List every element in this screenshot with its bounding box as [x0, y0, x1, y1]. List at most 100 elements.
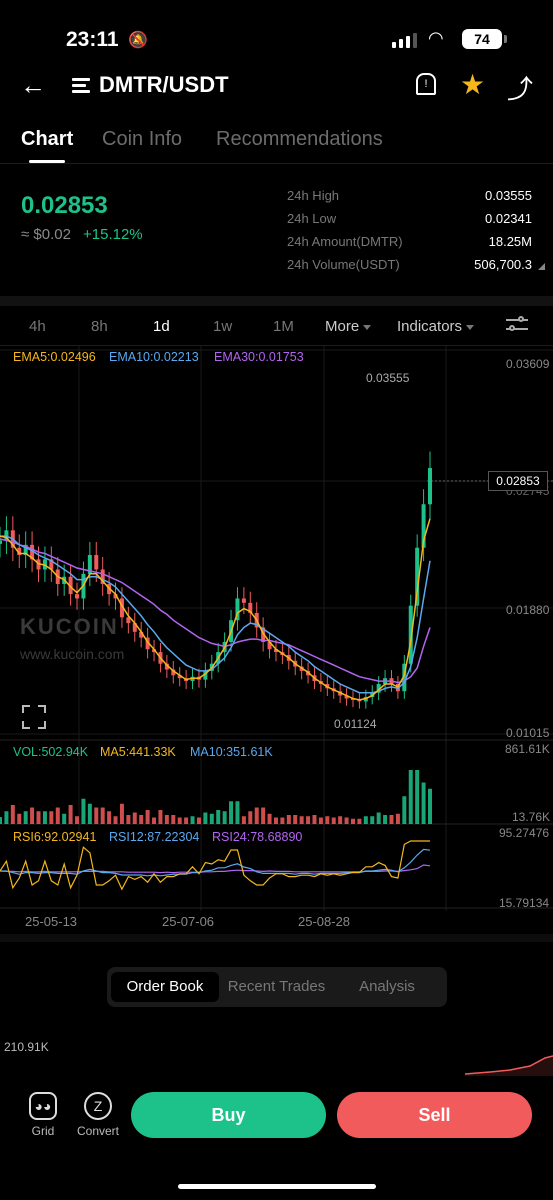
- volume-bar: [395, 813, 400, 824]
- volume-bar: [299, 816, 304, 824]
- volume-bar: [209, 813, 214, 824]
- tab-analysis[interactable]: Analysis: [335, 972, 439, 1002]
- volume-bar: [370, 816, 375, 824]
- volume-bar: [30, 807, 35, 824]
- section-divider: [0, 934, 553, 942]
- volume-bar: [49, 811, 54, 824]
- interval-1d[interactable]: 1d: [153, 318, 170, 335]
- volume-bar: [171, 815, 176, 824]
- volume-bar: [10, 805, 15, 824]
- corner-triangle-icon: [538, 263, 545, 270]
- volume-bar: [100, 807, 105, 824]
- volume-bar: [389, 815, 394, 824]
- ema5-line: [0, 518, 431, 701]
- share-icon[interactable]: ⤴: [507, 69, 533, 106]
- robot-icon: ◕◕: [29, 1092, 57, 1120]
- candlestick-chart[interactable]: [0, 346, 553, 936]
- volume-bar: [145, 810, 150, 824]
- axis-price-4: 0.01015: [506, 726, 550, 740]
- grid-button[interactable]: ◕◕ Grid: [13, 1092, 73, 1138]
- tab-chart[interactable]: Chart: [21, 128, 73, 163]
- last-price: 0.02853: [21, 192, 108, 219]
- watermark-url: www.kucoin.com: [20, 646, 125, 662]
- sell-button[interactable]: Sell: [337, 1092, 532, 1138]
- volume-bar: [383, 815, 388, 824]
- axis-rsi-2: 15.79134: [499, 896, 550, 910]
- candle: [428, 468, 432, 505]
- volume-bar: [350, 818, 355, 824]
- axis-price-1: 0.03609: [506, 357, 550, 371]
- volume-bar: [331, 817, 336, 824]
- stat-24h-low: 24h Low 0.02341: [287, 211, 532, 226]
- section-divider: [0, 296, 553, 306]
- volume-bar: [4, 811, 9, 824]
- volume-bar: [338, 816, 343, 824]
- ema30-legend: EMA30:0.01753: [214, 350, 304, 364]
- indicators-dropdown[interactable]: Indicators: [397, 318, 475, 335]
- volume-bar: [36, 811, 41, 824]
- volume-bar: [229, 801, 234, 824]
- volume-bar: [357, 818, 362, 824]
- price-alert-icon[interactable]: !: [416, 73, 436, 95]
- tab-order-book[interactable]: Order Book: [111, 972, 219, 1002]
- tab-coin-info[interactable]: Coin Info: [102, 128, 182, 151]
- volume-bar: [87, 803, 92, 824]
- axis-price-3: 0.01880: [506, 603, 550, 617]
- volume-bar: [68, 805, 73, 824]
- volume-bar: [312, 815, 317, 824]
- menu-icon[interactable]: [72, 78, 90, 94]
- volume-bar: [363, 816, 368, 824]
- volume-bar: [23, 811, 28, 824]
- chart-settings-icon[interactable]: [506, 316, 528, 334]
- interval-1m[interactable]: 1M: [273, 318, 294, 335]
- ema10-legend: EMA10:0.02213: [109, 350, 199, 364]
- interval-8h[interactable]: 8h: [91, 318, 108, 335]
- date-label: 25-07-06: [162, 914, 215, 929]
- favorite-star-icon[interactable]: ★: [460, 68, 485, 101]
- volume-bar: [254, 807, 259, 824]
- volume-bar: [248, 811, 253, 824]
- volume-bar: [344, 817, 349, 824]
- main-tabs: Chart Coin Info Recommendations: [0, 128, 553, 164]
- volume-bar: [428, 788, 432, 824]
- date-label: 25-08-28: [298, 914, 351, 929]
- vol-legend: VOL:502.94K: [13, 745, 89, 759]
- tab-recommendations[interactable]: Recommendations: [216, 128, 383, 151]
- convert-button[interactable]: Z Convert: [68, 1092, 128, 1138]
- volume-bar: [216, 810, 221, 824]
- interval-4h[interactable]: 4h: [29, 318, 46, 335]
- kucoin-watermark-logo: KUCOIN: [20, 614, 119, 639]
- fullscreen-expand-icon[interactable]: [22, 705, 46, 729]
- price-change: +15.12%: [83, 226, 143, 243]
- back-arrow-icon[interactable]: ←: [20, 70, 46, 100]
- buy-button[interactable]: Buy: [131, 1092, 326, 1138]
- volume-bar: [107, 811, 112, 824]
- volume-bar: [177, 817, 182, 824]
- volume-bar: [222, 811, 227, 824]
- volume-bar: [241, 816, 246, 824]
- more-dropdown[interactable]: More: [325, 318, 372, 335]
- stat-24h-volume: 24h Volume(USDT) 506,700.3: [287, 257, 545, 280]
- interval-bar: 4h 8h 1d 1w 1M More Indicators: [0, 306, 553, 346]
- bell-muted-icon: 🔕: [128, 32, 148, 49]
- orderbook-tabs: Order Book Recent Trades Analysis: [107, 967, 447, 1007]
- volume-bar: [0, 817, 2, 824]
- clock: 23:11: [66, 28, 119, 51]
- volume-bar: [280, 817, 285, 824]
- volume-bar: [293, 815, 298, 824]
- wifi-icon: ◠: [428, 28, 444, 48]
- volume-bar: [235, 801, 240, 824]
- trading-pair-title[interactable]: DMTR/USDT: [99, 72, 229, 98]
- axis-rsi-1: 95.27476: [499, 826, 550, 840]
- battery-icon: 74: [462, 29, 507, 49]
- volume-bar: [152, 817, 157, 824]
- candle: [0, 540, 2, 544]
- date-label: 25-05-13: [25, 914, 78, 929]
- tab-recent-trades[interactable]: Recent Trades: [220, 972, 333, 1002]
- axis-vol-2: 13.76K: [512, 810, 551, 824]
- volume-bar: [75, 816, 80, 824]
- ema-lines: [0, 518, 431, 701]
- volume-bar: [196, 817, 201, 824]
- volume-bar: [42, 811, 47, 824]
- interval-1w[interactable]: 1w: [213, 318, 232, 335]
